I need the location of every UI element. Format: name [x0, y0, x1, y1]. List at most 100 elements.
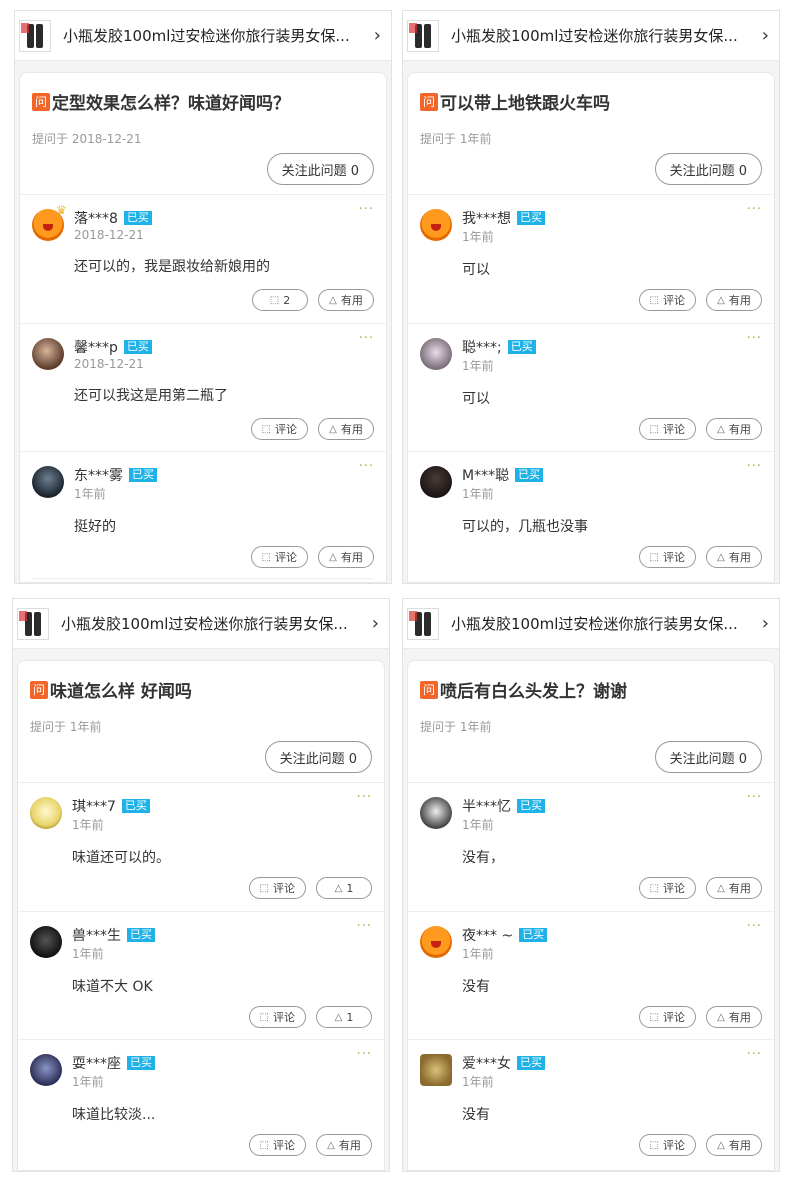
- product-header[interactable]: 小瓶发胶100ml过安检迷你旅行装男女保... ›: [403, 11, 779, 61]
- more-icon[interactable]: ···: [359, 460, 374, 473]
- asked-date: 提问于 2018-12-21: [32, 132, 142, 146]
- comment-button[interactable]: ⬚ 评论: [638, 418, 696, 440]
- useful-button[interactable]: △ 有用: [316, 1134, 372, 1156]
- bought-badge: 已买: [519, 928, 548, 942]
- triangle-up-icon: △: [717, 1139, 725, 1151]
- more-icon[interactable]: ···: [357, 920, 372, 933]
- more-icon[interactable]: ···: [357, 1048, 372, 1061]
- user-avatar: [420, 1054, 452, 1086]
- useful-button[interactable]: △ 1: [316, 1006, 372, 1028]
- follow-question-button[interactable]: 关注此问题 0: [264, 741, 372, 773]
- user-name: 我***想: [462, 211, 511, 227]
- comment-button[interactable]: ⬚ 评论: [250, 418, 308, 440]
- more-icon[interactable]: ···: [747, 1048, 762, 1061]
- useful-button[interactable]: △ 有用: [706, 418, 762, 440]
- question-title: 问 可以带上地铁跟火车吗: [420, 89, 762, 114]
- more-icon[interactable]: ···: [747, 203, 762, 216]
- question-icon: 问: [30, 680, 48, 699]
- chevron-right-icon[interactable]: ›: [753, 613, 769, 634]
- useful-button[interactable]: △ 1: [316, 877, 372, 899]
- comment-button[interactable]: ⬚ 评论: [638, 546, 696, 568]
- user-name: 聪***;: [462, 340, 502, 356]
- question-icon: 问: [420, 680, 438, 699]
- follow-question-button[interactable]: 关注此问题 0: [654, 741, 762, 773]
- answer-date: 1年前: [462, 359, 494, 373]
- question-title: 问 喷后有白么头发上？谢谢: [420, 677, 762, 702]
- chevron-right-icon[interactable]: ›: [365, 25, 381, 46]
- useful-button[interactable]: △ 有用: [706, 546, 762, 568]
- product-header[interactable]: 小瓶发胶100ml过安检迷你旅行装男女保... ›: [403, 599, 779, 649]
- useful-button[interactable]: △ 有用: [706, 289, 762, 311]
- useful-button[interactable]: △ 有用: [706, 877, 762, 899]
- more-icon[interactable]: ···: [747, 332, 762, 345]
- answer-item: ··· 耍***座 已买 1年前 味道比较淡... ⬚ 评论 △ 有用: [18, 1039, 384, 1167]
- answer-item: ··· 聪***; 已买 1年前 可以 ⬚ 评论 △ 有用: [408, 323, 774, 451]
- triangle-up-icon: △: [717, 1011, 725, 1023]
- user-avatar: [30, 1054, 62, 1086]
- question-area: 问 可以带上地铁跟火车吗 提问于 1年前 关注此问题 0: [408, 73, 774, 195]
- product-header[interactable]: 小瓶发胶100ml过安检迷你旅行装男女保... ›: [13, 599, 389, 649]
- answer-item: ··· 兽***生 已买 1年前 味道不大 OK ⬚ 评论 △ 1: [18, 911, 384, 1039]
- comment-icon: ⬚: [261, 551, 271, 563]
- answer-item: ··· 琪***7 已买 1年前 味道还可以的。 ⬚ 评论 △ 1: [18, 783, 384, 911]
- bought-badge: 已买: [517, 799, 545, 813]
- more-icon[interactable]: ···: [747, 920, 762, 933]
- user-name: 夜*** ~: [462, 928, 514, 944]
- user-avatar: [420, 466, 452, 498]
- useful-button[interactable]: △ 有用: [706, 1134, 762, 1156]
- comment-icon: ⬚: [259, 1139, 269, 1151]
- answer-date: 1年前: [72, 947, 104, 961]
- useful-button[interactable]: △ 有用: [318, 546, 374, 568]
- comment-button[interactable]: ⬚ 评论: [638, 1006, 696, 1028]
- more-icon[interactable]: ···: [359, 332, 374, 345]
- user-name: 耍***座: [72, 1056, 121, 1072]
- more-icon[interactable]: ···: [357, 791, 372, 804]
- answer-item: ··· 我***想 已买 1年前 可以 ⬚ 评论 △ 有用: [408, 195, 774, 323]
- answer-date: 1年前: [462, 1075, 494, 1089]
- chevron-right-icon[interactable]: ›: [363, 613, 379, 634]
- comment-button[interactable]: ⬚ 评论: [248, 1134, 306, 1156]
- comment-icon: ⬚: [649, 1011, 659, 1023]
- comment-button[interactable]: ⬚ 评论: [248, 1006, 306, 1028]
- answer-text: 还可以的，我是跟妆给新娘用的: [74, 259, 270, 275]
- user-avatar: [420, 338, 452, 370]
- comment-icon: ⬚: [649, 1139, 659, 1151]
- bought-badge: 已买: [123, 340, 152, 354]
- comment-icon: ⬚: [259, 882, 269, 894]
- answer-date: 2018-12-21: [74, 357, 144, 371]
- comment-button[interactable]: ⬚ 评论: [250, 546, 308, 568]
- answer-item: ··· M***聪 已买 1年前 可以的，几瓶也没事 ⬚ 评论 △ 有用: [408, 451, 774, 579]
- comment-button[interactable]: ⬚ 评论: [638, 877, 696, 899]
- useful-button[interactable]: △ 有用: [318, 289, 374, 311]
- more-icon[interactable]: ···: [747, 460, 762, 473]
- question-card: 问 可以带上地铁跟火车吗 提问于 1年前 关注此问题 0 ··· 我***想 已买…: [407, 72, 775, 583]
- more-icon[interactable]: ···: [747, 791, 762, 804]
- user-name: 馨***p: [74, 340, 118, 356]
- useful-button[interactable]: △ 有用: [318, 418, 374, 440]
- product-header[interactable]: 小瓶发胶100ml过安检迷你旅行装男女保... ›: [15, 11, 391, 61]
- comment-icon: ⬚: [649, 423, 659, 435]
- follow-question-button[interactable]: 关注此问题 0: [266, 153, 374, 185]
- useful-button[interactable]: △ 有用: [706, 1006, 762, 1028]
- asked-date: 提问于 1年前: [420, 132, 492, 146]
- question-text: 喷后有白么头发上？谢谢: [440, 682, 627, 702]
- user-avatar: [420, 926, 452, 958]
- qa-panel-3: 小瓶发胶100ml过安检迷你旅行装男女保... › 问 味道怎么样 好闻吗 提问…: [12, 598, 390, 1172]
- bought-badge: 已买: [129, 468, 157, 482]
- follow-question-button[interactable]: 关注此问题 0: [654, 153, 762, 185]
- comment-icon: ⬚: [649, 551, 659, 563]
- comment-button[interactable]: ⬚ 评论: [248, 877, 306, 899]
- more-icon[interactable]: ···: [359, 203, 374, 216]
- triangle-up-icon: △: [717, 882, 725, 894]
- comment-button[interactable]: ⬚ 评论: [638, 1134, 696, 1156]
- user-avatar: [30, 797, 62, 829]
- chevron-right-icon[interactable]: ›: [753, 25, 769, 46]
- comment-button[interactable]: ⬚ 评论: [638, 289, 696, 311]
- answer-date: 2018-12-21: [74, 228, 144, 242]
- answer-text: 味道不大 OK: [72, 979, 153, 995]
- bought-badge: 已买: [507, 340, 536, 354]
- comment-button[interactable]: ⬚ 2: [252, 289, 308, 311]
- divider: [32, 578, 374, 579]
- question-area: 问 喷后有白么头发上？谢谢 提问于 1年前 关注此问题 0: [408, 661, 774, 783]
- asked-date: 提问于 1年前: [30, 720, 102, 734]
